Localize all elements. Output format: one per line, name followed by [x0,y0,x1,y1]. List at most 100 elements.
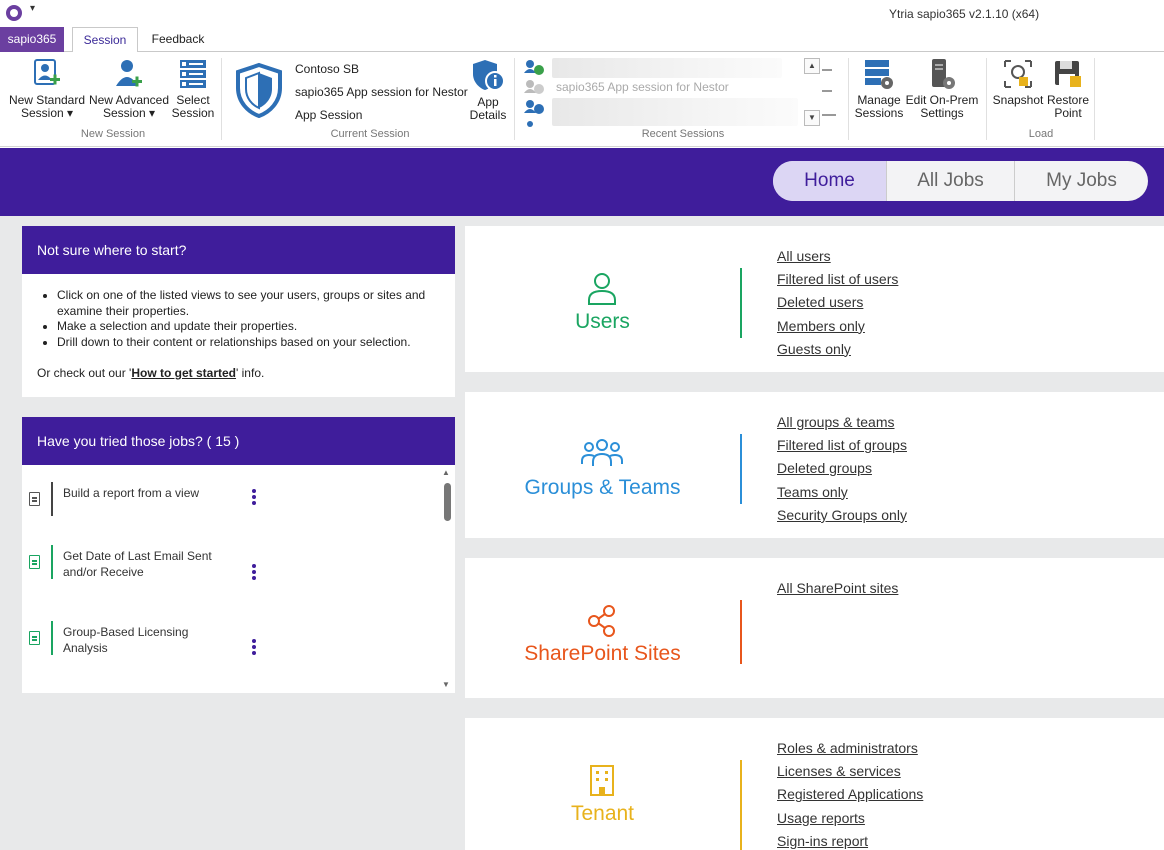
users-links: All users Filtered list of users Deleted… [777,248,898,364]
select-session-button[interactable]: Select Session [170,58,216,120]
share-icon [588,605,615,637]
more-vertical-icon[interactable] [252,489,256,507]
more-vertical-icon[interactable] [252,564,256,582]
shield-icon [236,62,282,118]
snapshot-icon [1004,60,1032,88]
header-band: Home All Jobs My Jobs [0,148,1164,216]
job-label: Build a report from a view [63,486,200,500]
recent-list-handle [822,90,832,92]
tenant-card: Tenant Roles & administrators Licenses &… [465,718,1164,850]
link-usage-reports[interactable]: Usage reports [777,810,923,833]
link-licenses-services[interactable]: Licenses & services [777,763,923,786]
snapshot-button[interactable]: Snapshot [992,58,1044,107]
document-icon [29,631,40,645]
link-roles-administrators[interactable]: Roles & administrators [777,740,923,763]
jobs-scroll-thumb[interactable] [444,483,451,521]
link-deleted-groups[interactable]: Deleted groups [777,460,907,483]
recent-scroll-up[interactable]: ▲ [804,58,820,74]
manage-sessions-label-2: Sessions [854,106,904,120]
ribbon-separator [986,58,987,140]
recent-session-item-blurred[interactable] [552,98,798,126]
current-session-group-label: Current Session [330,128,410,140]
job-divider [51,545,53,579]
document-icon [29,492,40,506]
jobs-panel-title: Have you tried those jobs? ( 15 ) [22,417,455,465]
tab-all-jobs[interactable]: All Jobs [887,161,1015,201]
users-divider [740,268,742,338]
link-security-groups-only[interactable]: Security Groups only [777,507,907,530]
edit-on-prem-settings-button[interactable]: Edit On-Prem Settings [904,58,980,120]
groups-card: Groups & Teams All groups & teams Filter… [465,392,1164,538]
link-members-only[interactable]: Members only [777,318,898,341]
recent-session-item-blurred[interactable] [552,58,782,78]
sharepoint-card: SharePoint Sites All SharePoint sites [465,558,1164,698]
new-session-group-label: New Session [80,128,146,140]
job-divider [51,482,53,516]
link-all-sharepoint-sites[interactable]: All SharePoint sites [777,580,898,603]
restore-point-label-2: Point [1054,106,1082,120]
link-teams-only[interactable]: Teams only [777,484,907,507]
start-bullets: Click on one of the listed views to see … [57,288,455,350]
ribbon-tabs: sapio365 Session Feedback [0,27,1164,53]
recent-list-handle [822,69,832,71]
link-all-groups-teams[interactable]: All groups & teams [777,414,907,437]
jobs-scroll-down[interactable]: ▼ [442,680,450,689]
start-bullet: Drill down to their content or relations… [57,335,455,351]
recent-sessions-group-label: Recent Sessions [641,128,725,140]
groups-divider [740,434,742,504]
building-icon [590,765,614,796]
sharepoint-links: All SharePoint sites [777,580,898,603]
groups-links: All groups & teams Filtered list of grou… [777,414,907,530]
recent-session-icon [524,60,544,127]
app-details-button[interactable]: App Details [466,58,510,122]
job-item[interactable]: Group-Based Licensing Analysis [20,621,256,661]
job-divider [51,621,53,655]
new-advanced-session-icon [116,60,142,87]
user-icon [588,273,616,305]
job-label: Get Date of Last Email Sent and/or Recei… [63,549,212,579]
tab-feedback[interactable]: Feedback [144,27,212,53]
link-sign-ins-report[interactable]: Sign-ins report [777,833,923,850]
recent-session-item[interactable]: sapio365 App session for Nestor [556,80,729,94]
app-logo-icon[interactable] [6,5,22,21]
how-to-get-started-link[interactable]: How to get started [131,366,236,380]
job-item[interactable]: Build a report from a view [20,482,256,522]
link-all-users[interactable]: All users [777,248,898,271]
on-prem-settings-label-2: Settings [920,106,964,120]
link-registered-applications[interactable]: Registered Applications [777,786,923,809]
start-panel: Not sure where to start? Click on one of… [22,226,455,397]
current-session-name: sapio365 App session for Nestor [295,85,468,99]
link-filtered-groups[interactable]: Filtered list of groups [777,437,907,460]
jobs-scroll-up[interactable]: ▲ [442,468,450,477]
new-standard-session-button[interactable]: New Standard Session ▾ [6,58,88,120]
quick-access-dropdown[interactable]: ▾ [30,3,35,14]
current-session-type: App Session [295,108,363,122]
users-card: Users All users Filtered list of users D… [465,226,1164,372]
recent-scroll-down[interactable]: ▼ [804,110,820,126]
link-deleted-users[interactable]: Deleted users [777,294,898,317]
new-advanced-session-button[interactable]: New Advanced Session ▾ [88,58,170,120]
tab-my-jobs[interactable]: My Jobs [1015,161,1148,201]
restore-point-button[interactable]: Restore Point [1044,58,1092,120]
tab-session[interactable]: Session [72,27,138,53]
job-label: Group-Based Licensing Analysis [63,625,189,655]
recent-list-handle [822,114,836,116]
sharepoint-title: SharePoint Sites [524,642,681,665]
users-title: Users [575,310,630,333]
more-vertical-icon[interactable] [252,639,256,657]
get-started-prefix: Or check out our ' [37,366,132,380]
tab-home[interactable]: Home [773,161,887,201]
tab-app-menu[interactable]: sapio365 [0,27,64,52]
group-icon [581,439,623,466]
groups-title: Groups & Teams [524,476,681,499]
ribbon-separator [848,58,849,140]
link-guests-only[interactable]: Guests only [777,341,898,364]
start-panel-body: Click on one of the listed views to see … [22,288,455,380]
link-filtered-users[interactable]: Filtered list of users [777,271,898,294]
ribbon-separator [514,58,515,140]
job-item[interactable]: Get Date of Last Email Sent and/or Recei… [20,545,256,585]
app-details-label-2: Details [469,108,507,122]
manage-sessions-button[interactable]: Manage Sessions [854,58,904,120]
select-session-label-2: Session [171,106,215,120]
restore-point-icon [1055,61,1081,87]
